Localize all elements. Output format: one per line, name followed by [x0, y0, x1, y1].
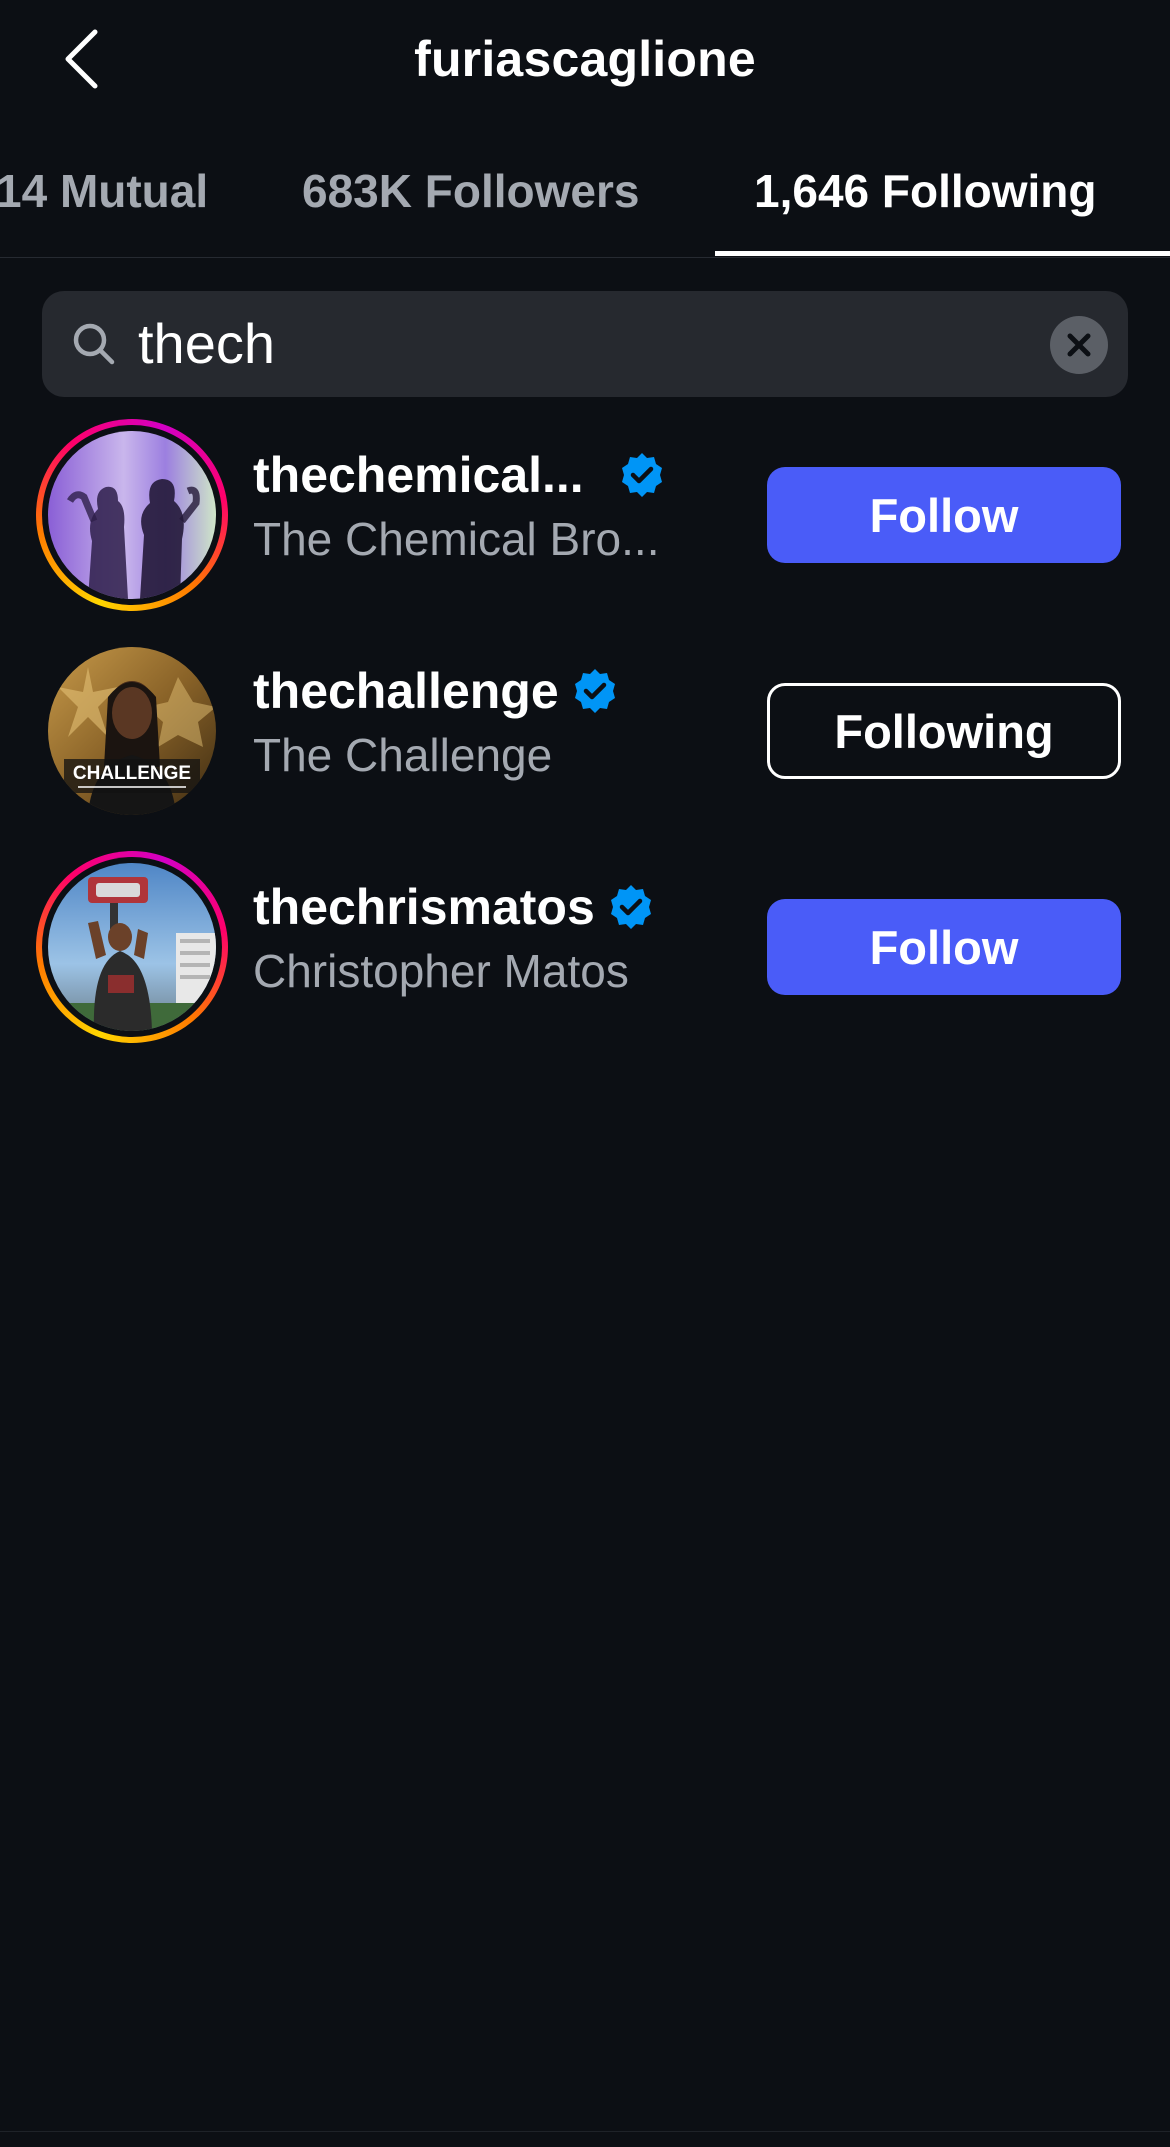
verified-badge-icon [574, 669, 615, 713]
avatar-challenge-logo: CHALLENGE [48, 647, 216, 815]
following-button[interactable]: Following [767, 683, 1121, 779]
avatar[interactable] [36, 419, 228, 611]
svg-text:CHALLENGE: CHALLENGE [73, 763, 191, 784]
username[interactable]: thechrismatos [253, 877, 595, 937]
tab-followers[interactable]: 683K Followers [302, 150, 639, 257]
full-name: The Chemical Bro... [253, 513, 660, 565]
tab-following[interactable]: 1,646 Following [754, 150, 1097, 257]
verified-badge-icon [621, 453, 662, 497]
avatar-silhouettes [48, 431, 216, 599]
header: furiascaglione [0, 0, 1170, 118]
list-item[interactable]: CHALLENGE thechallenge The Challenge Fol… [0, 635, 1170, 835]
full-name: Christopher Matos [253, 945, 629, 997]
avatar[interactable]: CHALLENGE [36, 635, 228, 827]
follow-button[interactable]: Follow [767, 899, 1121, 995]
search-bar [42, 291, 1128, 397]
search-input[interactable] [96, 291, 1038, 397]
divider [0, 2131, 1170, 2132]
tab-bar: 14 Mutual 683K Followers 1,646 Following [0, 150, 1170, 258]
full-name: The Challenge [253, 729, 553, 781]
list-item[interactable]: thechemical... The Chemical Bro... Follo… [0, 419, 1170, 619]
avatar[interactable] [36, 851, 228, 1043]
close-icon [1067, 333, 1091, 357]
username[interactable]: thechallenge [253, 661, 559, 721]
list-item[interactable]: thechrismatos Christopher Matos Follow [0, 851, 1170, 1051]
username[interactable]: thechemical... [253, 445, 584, 505]
page-title: furiascaglione [414, 31, 756, 87]
avatar-strongman [48, 863, 216, 1031]
active-tab-indicator [715, 251, 1170, 256]
tab-mutual[interactable]: 14 Mutual [0, 150, 208, 257]
verified-badge-icon [610, 885, 651, 929]
follow-button[interactable]: Follow [767, 467, 1121, 563]
clear-search-button[interactable] [1050, 316, 1108, 374]
